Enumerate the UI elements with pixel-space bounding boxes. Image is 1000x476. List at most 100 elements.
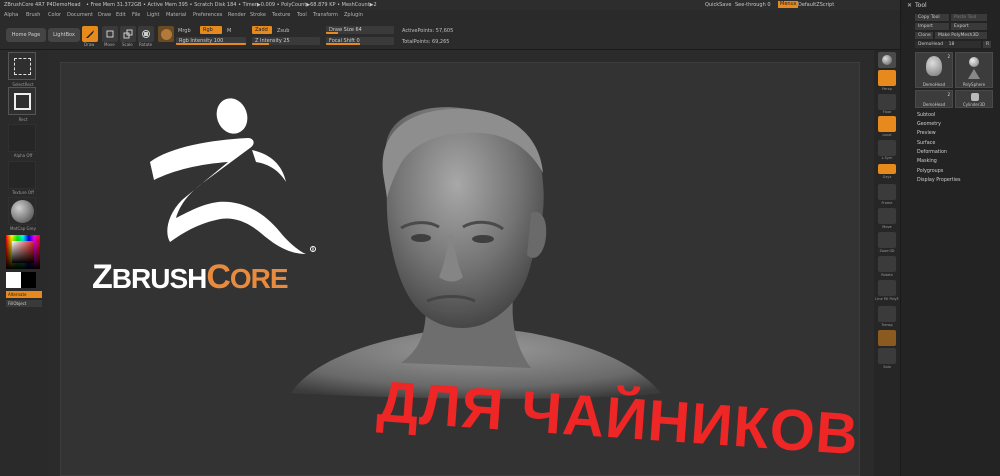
tool-thumb-demohead[interactable]: 2 DemoHead — [915, 52, 953, 88]
rgb-intensity-slider[interactable]: Rgb Intensity 100 — [176, 37, 246, 45]
fill-object-button[interactable]: FillObject — [6, 300, 42, 307]
solo-label: Solo — [883, 365, 891, 369]
tool-slot-slider[interactable]: DemoHead 18 — [915, 41, 981, 48]
zadd-toggle[interactable]: Zadd — [252, 26, 272, 34]
tool-thumb-label: PolySphere — [962, 82, 986, 87]
section-surface[interactable]: Surface — [917, 141, 935, 146]
wrench-icon: ✕ — [907, 2, 913, 9]
lightbox-button[interactable]: LightBox — [48, 28, 80, 42]
tool-thumb-cylinder[interactable]: Cylinder3D — [955, 90, 993, 108]
menu-render[interactable]: Render — [228, 12, 246, 18]
draw-mode-button[interactable] — [82, 26, 98, 42]
menu-tool[interactable]: Tool — [297, 12, 307, 18]
copy-tool-button[interactable]: Copy Tool — [915, 14, 949, 21]
rect-button[interactable] — [8, 87, 36, 115]
material-swatch[interactable] — [158, 26, 174, 42]
menu-material[interactable]: Material — [166, 12, 186, 18]
rotate-view-button[interactable] — [878, 256, 896, 272]
tool-thumb-label: Cylinder3D — [962, 102, 986, 107]
scale-icon — [123, 29, 133, 39]
zsub-toggle[interactable]: Zsub — [277, 28, 289, 34]
menu-edit[interactable]: Edit — [116, 12, 126, 18]
rotate-mode-button[interactable] — [138, 26, 154, 42]
default-zscript-button[interactable]: DefaultZScript — [798, 2, 834, 8]
menu-brush[interactable]: Brush — [26, 12, 40, 18]
left-shelf: SelectRect Rect Alpha Off Texture Off Ma… — [0, 50, 48, 476]
secondary-color-swatch[interactable] — [21, 272, 36, 288]
tool-thumb-label: DemoHead — [922, 82, 946, 87]
frame-button[interactable] — [878, 184, 896, 200]
make-polymesh-button[interactable]: Make PolyMesh3D — [935, 32, 987, 39]
export-button[interactable]: Export — [951, 23, 987, 30]
section-masking[interactable]: Masking — [917, 159, 937, 164]
r-button[interactable]: R — [983, 41, 991, 48]
floor-button[interactable] — [878, 94, 896, 110]
matcap-button[interactable] — [8, 197, 36, 225]
logo-z: Z — [92, 258, 113, 296]
rect-icon — [14, 93, 31, 110]
texture-slot[interactable] — [8, 161, 36, 189]
home-page-button[interactable]: Home Page — [6, 28, 46, 42]
tool-thumb-polysphere[interactable]: PolySphere — [955, 52, 993, 88]
gxyz-label: Gxyz — [882, 175, 892, 179]
solo-button[interactable] — [878, 348, 896, 364]
menu-alpha[interactable]: Alpha — [4, 12, 18, 18]
z-intensity-slider[interactable]: Z Intensity 25 — [252, 37, 320, 45]
section-display-properties[interactable]: Display Properties — [917, 178, 960, 183]
move-label: Move — [104, 42, 115, 47]
move-view-label: Move — [882, 225, 892, 229]
draw-size-slider[interactable]: Draw Size 64 — [326, 26, 394, 34]
draw-icon — [86, 30, 94, 38]
gxyz-button[interactable] — [878, 164, 896, 174]
tool-thumb-count: 2 — [947, 54, 950, 59]
move-mode-button[interactable] — [102, 26, 118, 42]
section-subtool[interactable]: Subtool — [917, 113, 935, 118]
color-picker[interactable] — [6, 235, 40, 269]
scale-mode-button[interactable] — [120, 26, 136, 42]
menu-file[interactable]: File — [132, 12, 140, 18]
app-title: ZBrushCore 4R7 P4DemoHead — [4, 2, 81, 8]
menu-light[interactable]: Light — [147, 12, 159, 18]
see-through-slider[interactable]: See-through 0 — [735, 2, 771, 8]
menu-preferences[interactable]: Preferences — [193, 12, 222, 18]
ghost-button[interactable] — [878, 330, 896, 346]
local-button[interactable] — [878, 116, 896, 132]
persp-button[interactable] — [878, 70, 896, 86]
logo-c: C — [206, 258, 231, 296]
mrgb-toggle[interactable]: Mrgb — [178, 28, 191, 34]
section-deformation[interactable]: Deformation — [917, 150, 947, 155]
transp-button[interactable] — [878, 306, 896, 322]
tool-thumb-demohead-2[interactable]: 2 DemoHead — [915, 90, 953, 108]
select-rect-button[interactable] — [8, 52, 36, 80]
section-geometry[interactable]: Geometry — [917, 122, 941, 127]
quicksave-button[interactable]: QuickSave — [705, 2, 731, 8]
section-polygroups[interactable]: Polygroups — [917, 169, 943, 174]
alternate-button[interactable]: Alternate — [6, 291, 42, 298]
tool-panel-title: Tool — [915, 2, 927, 9]
rgb-toggle[interactable]: Rgb — [200, 26, 222, 34]
focal-shift-slider[interactable]: Focal Shift 0 — [326, 37, 394, 45]
section-preview[interactable]: Preview — [917, 131, 936, 136]
move-view-button[interactable] — [878, 208, 896, 224]
alpha-slot[interactable] — [8, 124, 36, 152]
bpr-render-icon[interactable] — [878, 52, 896, 68]
zoom3d-button[interactable] — [878, 232, 896, 248]
menu-transform[interactable]: Transform — [313, 12, 338, 18]
menus-button[interactable]: Menus — [778, 1, 799, 8]
line-fill-button[interactable] — [878, 280, 896, 296]
paste-tool-button[interactable]: Paste Tool — [951, 14, 987, 21]
m-toggle[interactable]: M — [227, 28, 231, 34]
lsym-button[interactable] — [878, 140, 896, 156]
menu-zplugin[interactable]: Zplugin — [344, 12, 363, 18]
clone-button[interactable]: Clone — [915, 32, 933, 39]
menu-document[interactable]: Document — [67, 12, 93, 18]
top-shelf: Home Page LightBox Draw Move Scale Rotat… — [0, 20, 900, 50]
menu-draw[interactable]: Draw — [98, 12, 111, 18]
menu-texture[interactable]: Texture — [272, 12, 290, 18]
menu-stroke[interactable]: Stroke — [250, 12, 266, 18]
import-button[interactable]: Import — [915, 23, 949, 30]
main-color-swatch[interactable] — [6, 272, 21, 288]
stats-readout: • Free Mem 31.372GB • Active Mem 395 • S… — [86, 2, 377, 8]
color-picker-square[interactable] — [12, 241, 34, 263]
menu-color[interactable]: Color — [48, 12, 61, 18]
